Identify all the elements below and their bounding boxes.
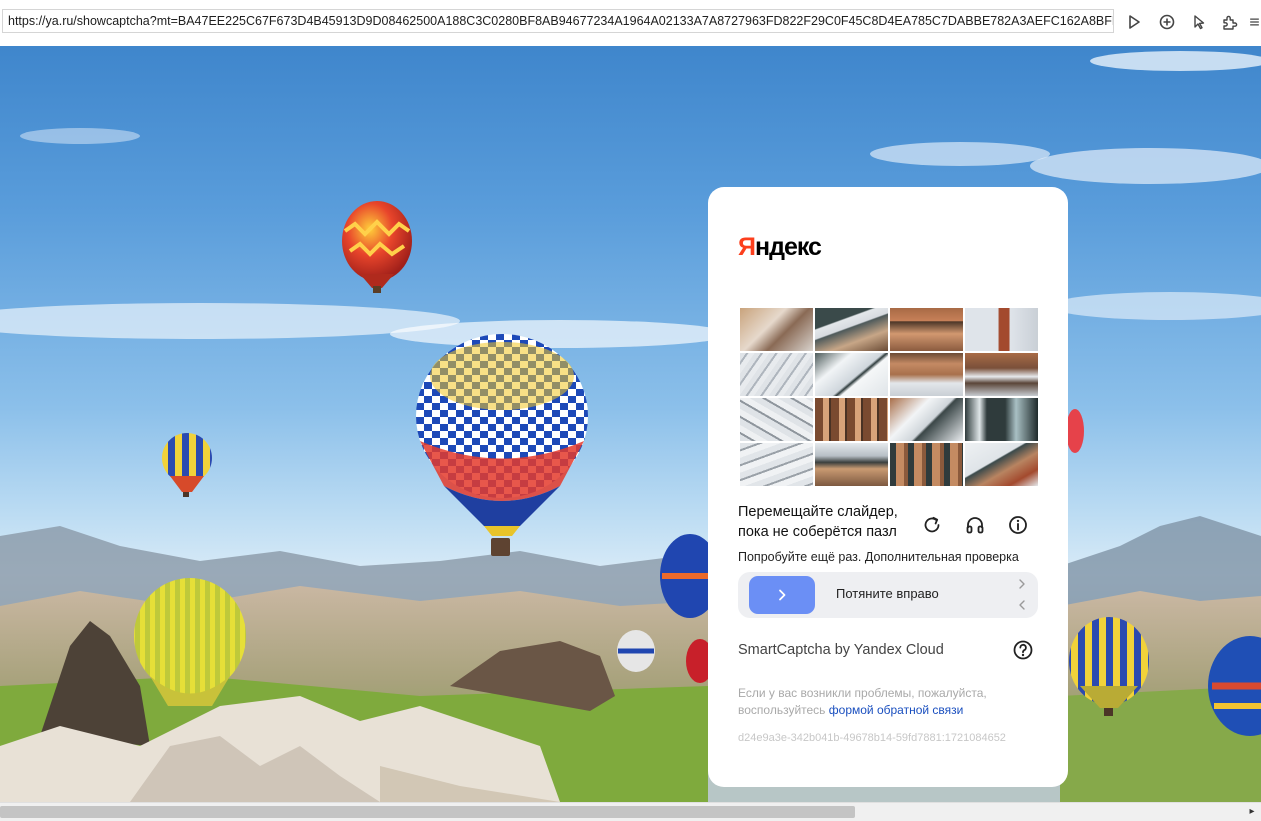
refresh-icon[interactable] xyxy=(920,513,944,537)
play-icon[interactable] xyxy=(1123,11,1145,33)
retry-message: Попробуйте ещё раз. Дополнительная прове… xyxy=(738,550,1019,564)
puzzle-tile xyxy=(740,353,813,396)
puzzle-tile xyxy=(890,398,963,441)
captcha-slider-track[interactable]: Потяните вправо xyxy=(738,572,1038,618)
balloon-colorful-large xyxy=(416,334,588,556)
menu-icon[interactable] xyxy=(1248,11,1261,33)
scroll-right-icon[interactable]: ▸ xyxy=(1245,804,1259,820)
puzzle-tile xyxy=(740,398,813,441)
background-landscape-image xyxy=(0,46,1261,802)
horizontal-scrollbar[interactable]: ▸ xyxy=(0,802,1261,821)
puzzle-tile xyxy=(815,398,888,441)
address-bar[interactable]: https://ya.ru/showcaptcha?mt=BA47EE225C6… xyxy=(2,9,1114,33)
puzzle-tile xyxy=(815,443,888,486)
puzzle-tile xyxy=(740,443,813,486)
captcha-card: Яндекс Перемещайте слайдер, пока не собе… xyxy=(708,187,1068,787)
captcha-brand: SmartCaptcha by Yandex Cloud xyxy=(738,642,944,658)
slider-direction-arrows xyxy=(1016,576,1028,614)
info-icon[interactable] xyxy=(1006,513,1030,537)
puzzle-tile xyxy=(965,443,1038,486)
puzzle-tile xyxy=(815,353,888,396)
extension-icon[interactable] xyxy=(1219,11,1241,33)
headphones-icon[interactable] xyxy=(963,513,987,537)
chevron-right-icon xyxy=(779,589,786,601)
puzzle-tile xyxy=(890,353,963,396)
puzzle-tile xyxy=(965,398,1038,441)
yandex-logo: Яндекс xyxy=(738,233,822,261)
request-id: d24e9a3e-342b041b-49678b14-59fd7881:1721… xyxy=(738,732,1006,744)
slider-label: Потяните вправо xyxy=(836,586,939,601)
slider-handle[interactable] xyxy=(749,576,815,614)
chevron-arrows-icon xyxy=(1019,579,1025,610)
scrollbar-thumb[interactable] xyxy=(0,806,855,818)
captcha-instruction: Перемещайте слайдер, пока не соберётся п… xyxy=(738,504,898,540)
balloon-small-left xyxy=(162,433,212,497)
balloons-illustration xyxy=(0,51,1261,802)
help-icon[interactable] xyxy=(1011,638,1035,662)
puzzle-tile xyxy=(965,308,1038,351)
feedback-form-link[interactable]: формой обратной связи xyxy=(829,703,964,717)
puzzle-tile xyxy=(740,308,813,351)
add-circle-icon[interactable] xyxy=(1156,11,1178,33)
puzzle-image xyxy=(740,308,1038,486)
browser-toolbar: https://ya.ru/showcaptcha?mt=BA47EE225C6… xyxy=(0,0,1261,47)
puzzle-tile xyxy=(890,308,963,351)
puzzle-tile xyxy=(965,353,1038,396)
puzzle-tile xyxy=(890,443,963,486)
cursor-icon[interactable] xyxy=(1188,11,1210,33)
balloon-red xyxy=(342,201,412,293)
feedback-note: Если у вас возникли проблемы, пожалуйста… xyxy=(738,686,987,717)
puzzle-tile xyxy=(815,308,888,351)
